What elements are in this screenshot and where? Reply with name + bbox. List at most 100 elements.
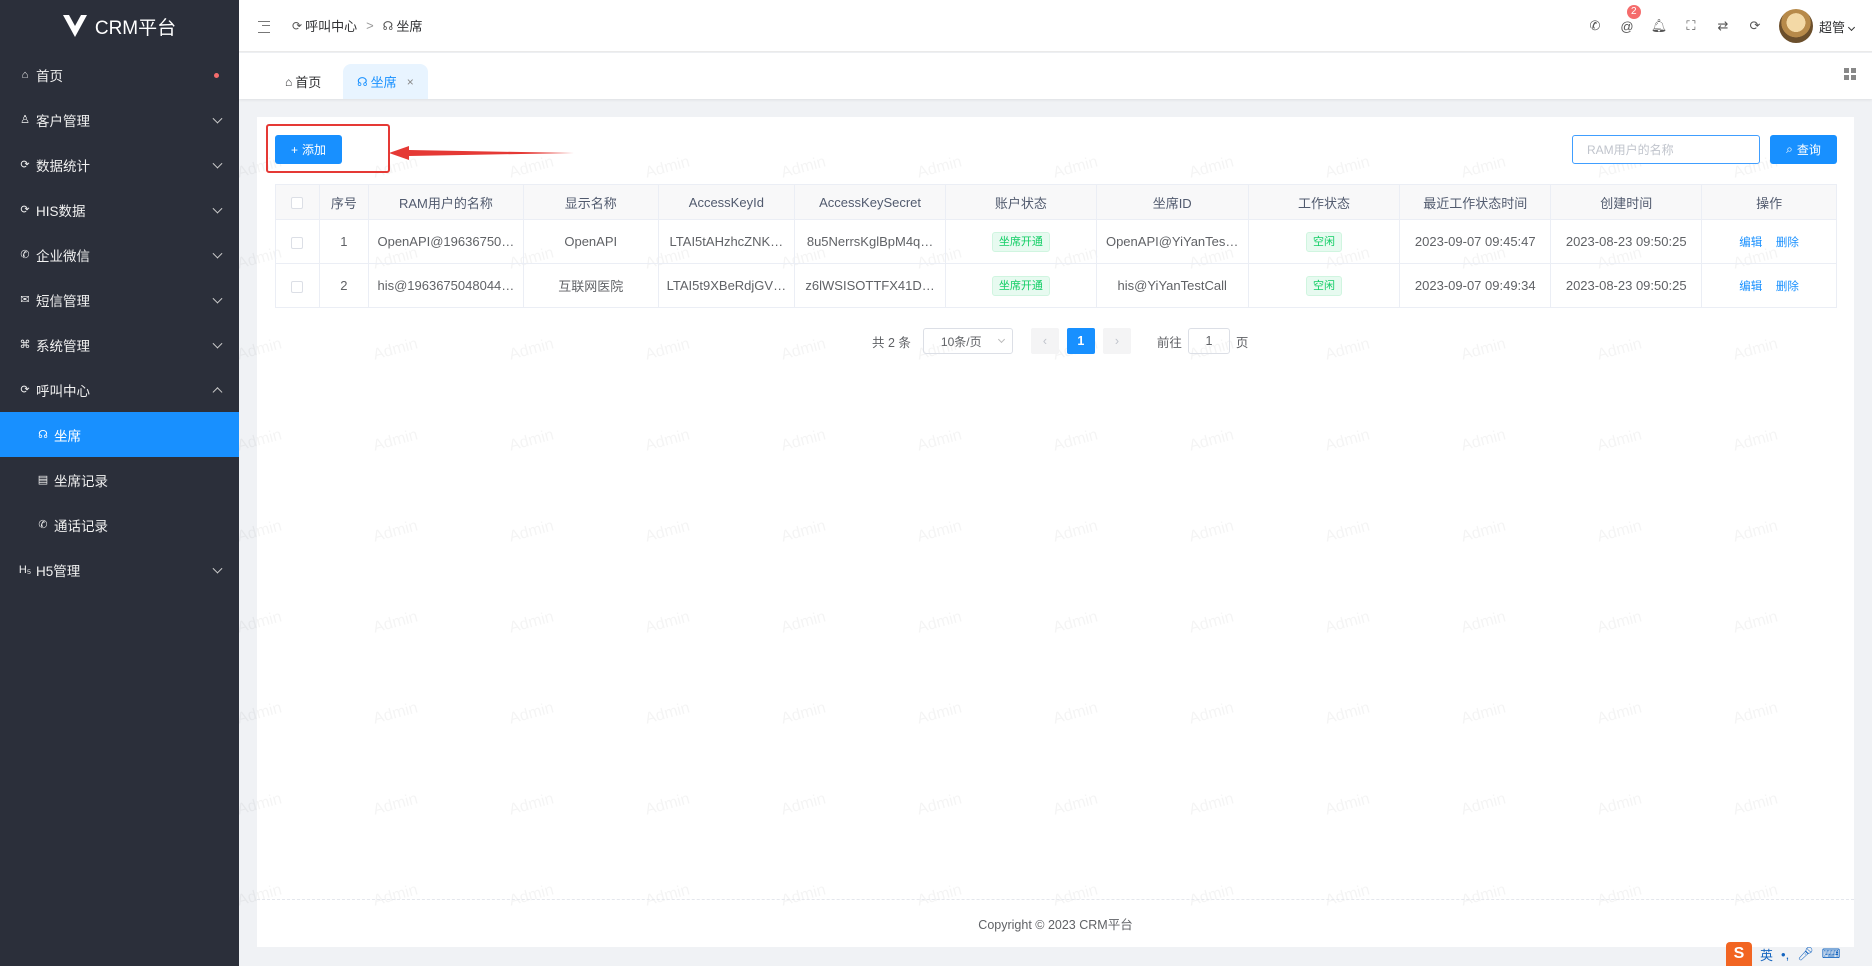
sidebar-item-5[interactable]: ✉ 短信管理 <box>0 277 239 322</box>
column-header: 序号 <box>318 184 369 220</box>
cell-work-status: 空闲 <box>1247 263 1401 308</box>
user-icon: ♙ <box>20 114 30 126</box>
query-button[interactable]: ⌕ 查询 <box>1770 135 1837 164</box>
command-icon: ⌘ <box>19 339 31 351</box>
chevron-down-icon <box>212 563 223 574</box>
select-all-checkbox-cell[interactable] <box>275 184 320 220</box>
chevron-down-icon <box>212 113 223 124</box>
cell-agent-id: OpenAPI@YiYanTes… <box>1095 219 1249 264</box>
sidebar-item-label: 短信管理 <box>36 293 90 309</box>
chevron-down-icon <box>212 158 223 169</box>
sidebar-item-label: 坐席记录 <box>54 473 108 489</box>
row-checkbox-cell[interactable] <box>275 219 320 264</box>
close-icon[interactable]: × <box>407 75 414 89</box>
sidebar-item-3[interactable]: ⟳ HIS数据 <box>0 187 239 232</box>
page-size-select[interactable]: 10条/页 <box>922 328 1013 354</box>
pagination: 共 2 条 10条/页 ‹ 1 › 前往 1 页 <box>872 328 1248 354</box>
delete-link[interactable]: 删除 <box>1776 237 1799 249</box>
cell-actions: 编辑 删除 <box>1701 219 1837 264</box>
chevron-up-icon <box>212 386 223 397</box>
translate-icon[interactable]: ⇄ <box>1707 18 1739 34</box>
app-title: CRM平台 <box>94 17 177 39</box>
app-logo[interactable]: CRM平台 <box>0 0 239 52</box>
query-button-label: 查询 <box>1796 143 1821 157</box>
collapse-menu-icon[interactable] <box>258 20 270 33</box>
wechat-icon: ✆ <box>20 249 30 261</box>
goto-page-input[interactable]: 1 <box>1187 328 1230 354</box>
sidebar-menu: ⌂ 首页 ♙ 客户管理 ⟳ 数据统计 ⟳ HIS数据 ✆ 企业微信 ✉ 短信管理 ⌘ 系统管理 ⟳ 呼叫中心 ☊… <box>0 52 239 592</box>
cell-index: 1 <box>318 219 369 264</box>
notification-dot <box>214 72 219 78</box>
phone-icon[interactable]: ✆ <box>1579 18 1611 34</box>
column-header: AccessKeySecret <box>794 184 947 220</box>
cell-ram-user: OpenAPI@19636750… <box>367 219 524 264</box>
sidebar-item-label: 客户管理 <box>36 113 90 129</box>
delete-link[interactable]: 删除 <box>1776 281 1799 293</box>
tab-home[interactable]: ⌂ 首页 <box>271 64 335 99</box>
sidebar-item-label: 坐席 <box>54 428 81 444</box>
at-icon[interactable]: @2 <box>1611 4 1643 34</box>
breadcrumb: ⟳ 呼叫中心 > ☊ 坐席 <box>292 16 422 35</box>
prev-page-button[interactable]: ‹ <box>1030 328 1059 354</box>
sidebar-item-0[interactable]: ⌂ 首页 <box>0 52 239 97</box>
sidebar-item-9[interactable]: ▤ 坐席记录 <box>0 457 239 502</box>
tabs-bar: ⌂ 首页 ☊ 坐席 × <box>239 53 1872 99</box>
status-badge: 空闲 <box>1305 231 1342 252</box>
cell-agent-id: his@YiYanTestCall <box>1095 263 1249 308</box>
cell-created-time: 2023-08-23 09:50:25 <box>1550 219 1703 264</box>
sidebar-item-label: HIS数据 <box>36 203 86 219</box>
sidebar-item-1[interactable]: ♙ 客户管理 <box>0 97 239 142</box>
fullscreen-icon[interactable]: ⛶ <box>1675 18 1707 34</box>
sidebar-item-10[interactable]: ✆ 通话记录 <box>0 502 239 547</box>
username[interactable]: 超管 <box>1819 17 1856 36</box>
cell-access-key-secret: 8u5NerrsKglBpM4q… <box>794 219 947 264</box>
row-checkbox-cell[interactable] <box>275 263 320 308</box>
column-header: 显示名称 <box>522 184 659 220</box>
grid-icon[interactable] <box>1844 68 1856 80</box>
status-badge: 坐席开通 <box>991 275 1050 296</box>
sidebar-item-2[interactable]: ⟳ 数据统计 <box>0 142 239 187</box>
cell-account-status: 坐席开通 <box>945 219 1097 264</box>
row-checkbox[interactable] <box>291 236 304 249</box>
sidebar-item-6[interactable]: ⌘ 系统管理 <box>0 322 239 367</box>
sidebar-item-4[interactable]: ✆ 企业微信 <box>0 232 239 277</box>
clipboard-icon: ▤ <box>37 474 49 486</box>
callcenter-icon: ⟳ <box>20 384 30 396</box>
tab-label: 首页 <box>295 75 322 90</box>
column-header: 创建时间 <box>1550 184 1703 220</box>
microphone-icon: 🎤︎ <box>1797 946 1814 961</box>
select-all-checkbox[interactable] <box>291 197 304 210</box>
data-icon: ⟳ <box>20 204 30 216</box>
sidebar: CRM平台 ⌂ 首页 ♙ 客户管理 ⟳ 数据统计 ⟳ HIS数据 ✆ 企业微信 ✉ 短信管理 ⌘ 系统管理… <box>0 0 239 966</box>
breadcrumb-item-callcenter[interactable]: 呼叫中心 <box>305 16 357 35</box>
table-row: 2 his@1963675048044… 互联网医院 LTAI5t9XBeRdj… <box>275 263 1837 308</box>
avatar[interactable] <box>1778 9 1813 43</box>
agents-table: 序号 RAM用户的名称 显示名称 AccessKeyId AccessKeySe… <box>275 184 1837 308</box>
cell-display-name: 互联网医院 <box>522 263 659 308</box>
cell-ram-user: his@1963675048044… <box>367 263 524 308</box>
sidebar-item-8[interactable]: ☊ 坐席 <box>0 412 239 457</box>
bell-icon[interactable]: 🔔︎ <box>1643 18 1675 34</box>
breadcrumb-item-agent: 坐席 <box>396 19 423 34</box>
chevron-down-icon <box>997 335 1005 344</box>
edit-link[interactable]: 编辑 <box>1739 281 1762 293</box>
headset-icon: ☊ <box>357 74 368 89</box>
edit-link[interactable]: 编辑 <box>1739 237 1762 249</box>
row-checkbox[interactable] <box>291 280 304 293</box>
tab-agent[interactable]: ☊ 坐席 × <box>343 64 428 99</box>
ime-toolbar[interactable]: S 英 •, 🎤︎ ⌨ <box>1726 942 1872 966</box>
refresh-icon[interactable]: ⟳ <box>1739 18 1771 34</box>
message-icon: ✉ <box>20 294 30 306</box>
phone-icon: ✆ <box>38 519 48 531</box>
headset-icon: ☊ <box>382 18 394 33</box>
search-input[interactable]: RAM用户的名称 <box>1572 135 1760 164</box>
next-page-button[interactable]: › <box>1102 328 1131 354</box>
chevron-down-icon <box>1847 23 1856 31</box>
sidebar-item-label: 数据统计 <box>36 158 90 174</box>
footer-copyright: Copyright © 2023 CRM平台 <box>978 918 1133 932</box>
page-number-current[interactable]: 1 <box>1066 328 1095 354</box>
chevron-down-icon <box>212 203 223 214</box>
ime-mode: 英 <box>1760 947 1774 963</box>
sidebar-item-7[interactable]: ⟳ 呼叫中心 <box>0 367 239 412</box>
sidebar-item-11[interactable]: H₅ H5管理 <box>0 547 239 592</box>
